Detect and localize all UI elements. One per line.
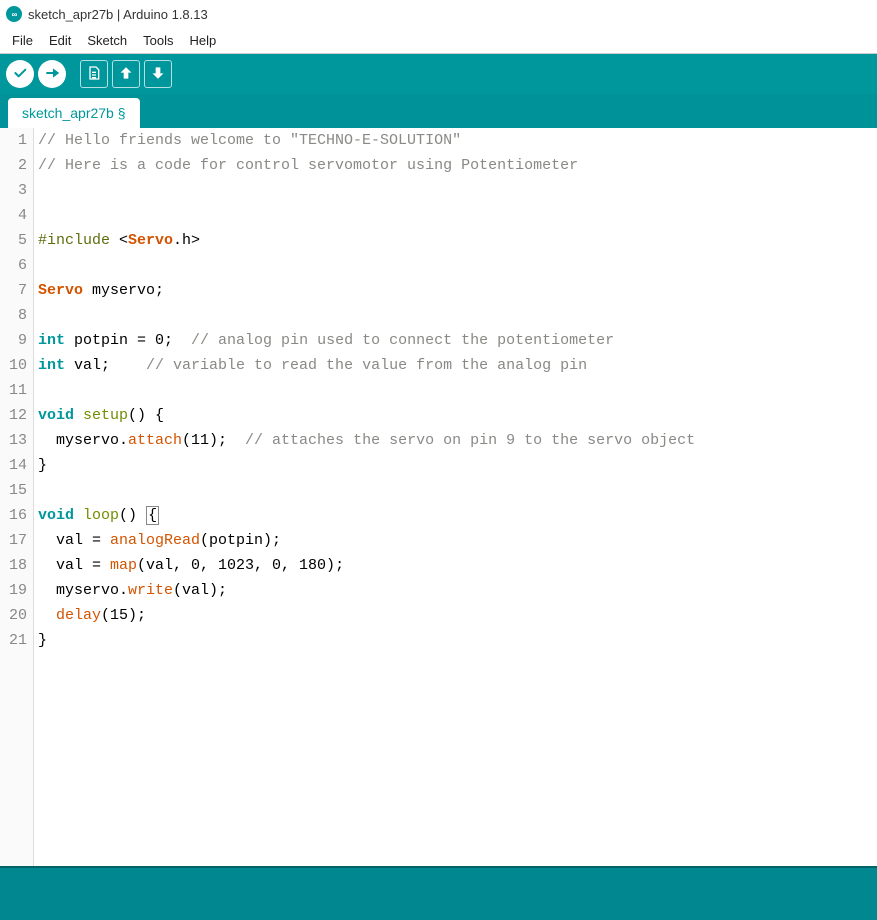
arduino-icon: ∞ bbox=[6, 6, 22, 22]
verify-button[interactable] bbox=[6, 60, 34, 88]
line-number: 11 bbox=[0, 378, 27, 403]
code-line[interactable] bbox=[38, 303, 877, 328]
code-line[interactable]: void setup() { bbox=[38, 403, 877, 428]
code-line[interactable]: Servo myservo; bbox=[38, 278, 877, 303]
line-number: 19 bbox=[0, 578, 27, 603]
code-line[interactable] bbox=[38, 478, 877, 503]
code-line[interactable]: delay(15); bbox=[38, 603, 877, 628]
code-line[interactable]: val = analogRead(potpin); bbox=[38, 528, 877, 553]
code-editor[interactable]: 123456789101112131415161718192021 // Hel… bbox=[0, 128, 877, 866]
arrow-up-icon bbox=[118, 65, 134, 84]
code-area[interactable]: // Hello friends welcome to "TECHNO-E-SO… bbox=[34, 128, 877, 866]
save-button[interactable] bbox=[144, 60, 172, 88]
code-line[interactable]: myservo.attach(11); // attaches the serv… bbox=[38, 428, 877, 453]
menu-edit[interactable]: Edit bbox=[41, 30, 79, 51]
toolbar bbox=[0, 54, 877, 94]
line-gutter: 123456789101112131415161718192021 bbox=[0, 128, 34, 866]
title-bar: ∞ sketch_apr27b | Arduino 1.8.13 bbox=[0, 0, 877, 28]
code-line[interactable]: int val; // variable to read the value f… bbox=[38, 353, 877, 378]
code-line[interactable]: val = map(val, 0, 1023, 0, 180); bbox=[38, 553, 877, 578]
line-number: 12 bbox=[0, 403, 27, 428]
line-number: 3 bbox=[0, 178, 27, 203]
code-line[interactable] bbox=[38, 178, 877, 203]
line-number: 10 bbox=[0, 353, 27, 378]
line-number: 8 bbox=[0, 303, 27, 328]
line-number: 4 bbox=[0, 203, 27, 228]
menu-file[interactable]: File bbox=[4, 30, 41, 51]
line-number: 6 bbox=[0, 253, 27, 278]
open-button[interactable] bbox=[112, 60, 140, 88]
line-number: 16 bbox=[0, 503, 27, 528]
code-line[interactable]: // Hello friends welcome to "TECHNO-E-SO… bbox=[38, 128, 877, 153]
line-number: 21 bbox=[0, 628, 27, 653]
line-number: 13 bbox=[0, 428, 27, 453]
code-line[interactable]: int potpin = 0; // analog pin used to co… bbox=[38, 328, 877, 353]
new-button[interactable] bbox=[80, 60, 108, 88]
code-line[interactable]: void loop() { bbox=[38, 503, 877, 528]
code-line[interactable] bbox=[38, 378, 877, 403]
line-number: 7 bbox=[0, 278, 27, 303]
code-line[interactable] bbox=[38, 253, 877, 278]
arrow-right-icon bbox=[44, 65, 60, 84]
line-number: 9 bbox=[0, 328, 27, 353]
code-line[interactable]: // Here is a code for control servomotor… bbox=[38, 153, 877, 178]
file-icon bbox=[86, 65, 102, 84]
line-number: 17 bbox=[0, 528, 27, 553]
line-number: 15 bbox=[0, 478, 27, 503]
line-number: 5 bbox=[0, 228, 27, 253]
code-line[interactable] bbox=[38, 203, 877, 228]
menu-bar: File Edit Sketch Tools Help bbox=[0, 28, 877, 54]
upload-button[interactable] bbox=[38, 60, 66, 88]
code-line[interactable]: #include <Servo.h> bbox=[38, 228, 877, 253]
check-icon bbox=[12, 65, 28, 84]
line-number: 20 bbox=[0, 603, 27, 628]
line-number: 1 bbox=[0, 128, 27, 153]
line-number: 18 bbox=[0, 553, 27, 578]
window-title: sketch_apr27b | Arduino 1.8.13 bbox=[28, 7, 208, 22]
menu-help[interactable]: Help bbox=[181, 30, 224, 51]
line-number: 14 bbox=[0, 453, 27, 478]
code-line[interactable]: } bbox=[38, 453, 877, 478]
code-line[interactable]: } bbox=[38, 628, 877, 653]
status-bar bbox=[0, 866, 877, 920]
menu-tools[interactable]: Tools bbox=[135, 30, 181, 51]
tab-sketch[interactable]: sketch_apr27b § bbox=[8, 98, 140, 128]
code-line[interactable]: myservo.write(val); bbox=[38, 578, 877, 603]
line-number: 2 bbox=[0, 153, 27, 178]
menu-sketch[interactable]: Sketch bbox=[79, 30, 135, 51]
tab-bar: sketch_apr27b § bbox=[0, 94, 877, 128]
arrow-down-icon bbox=[150, 65, 166, 84]
